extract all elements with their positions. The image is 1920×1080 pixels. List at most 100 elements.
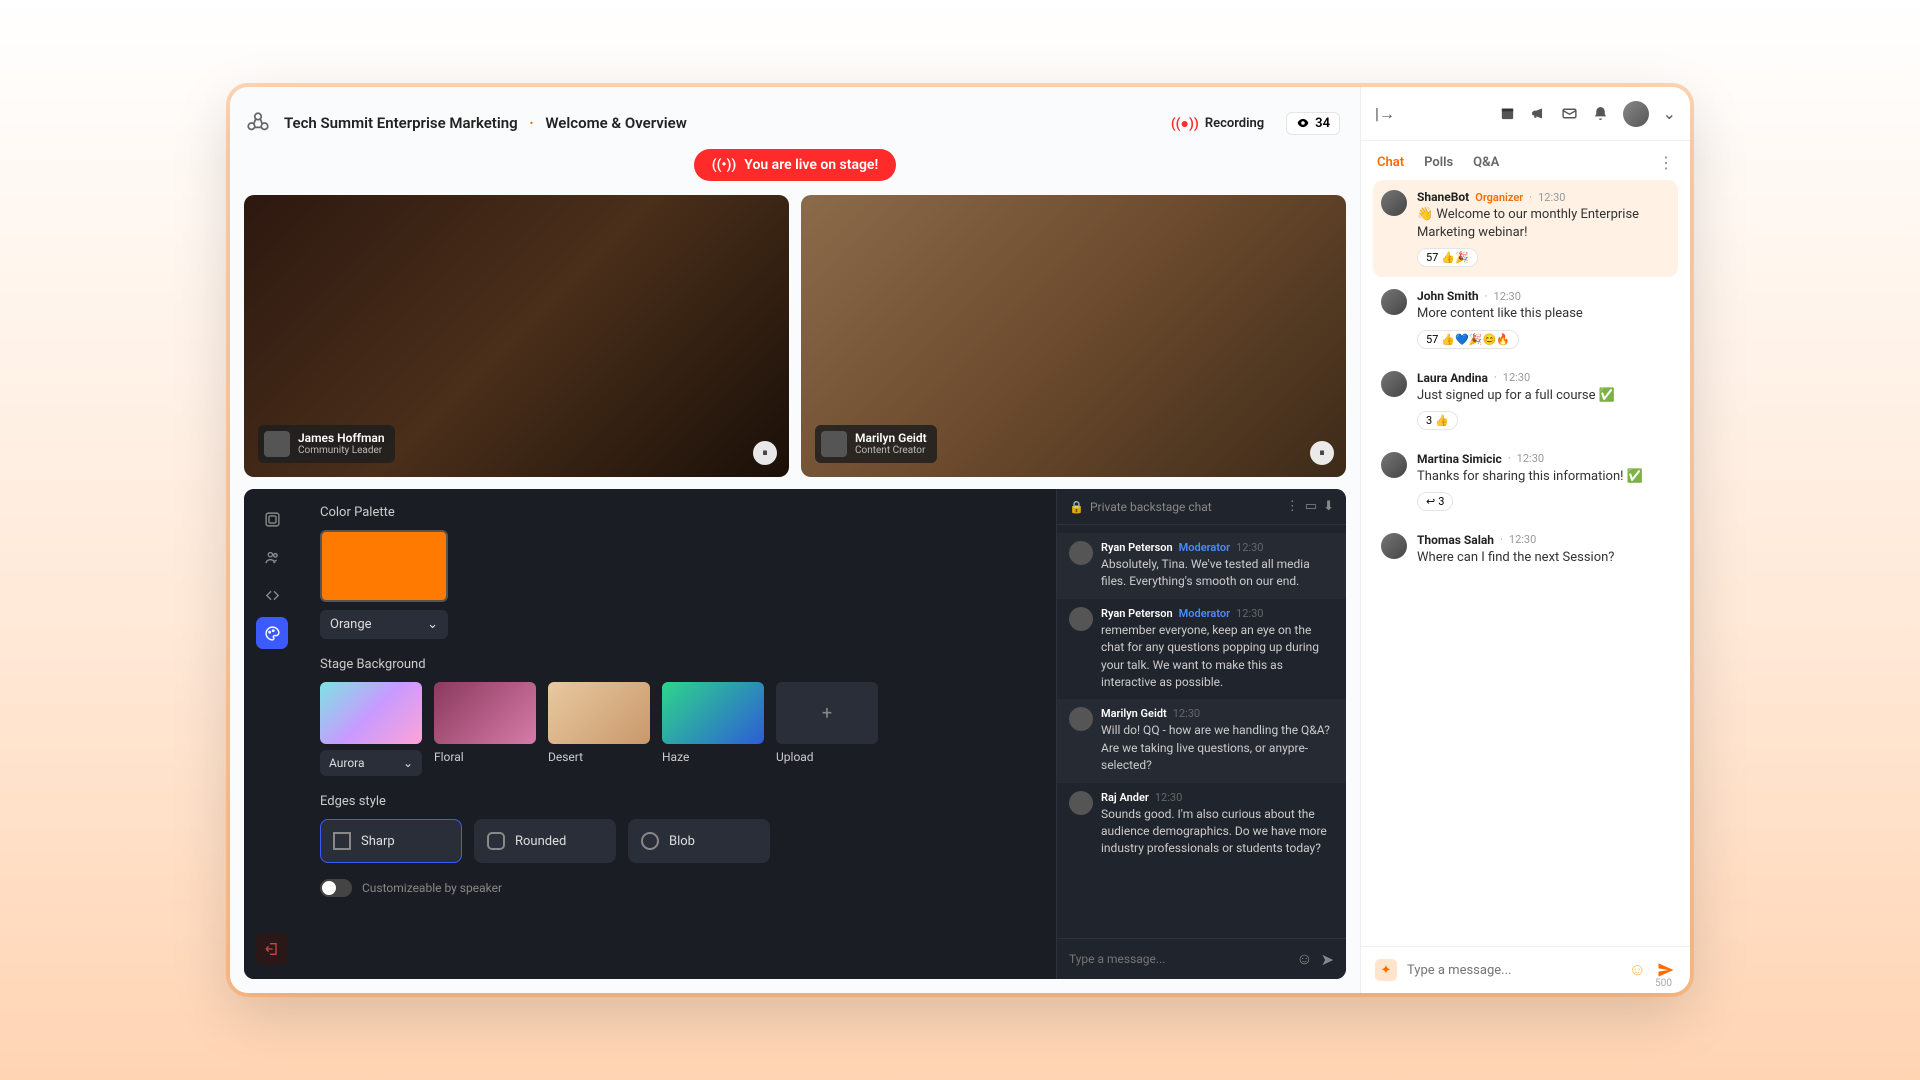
avatar xyxy=(1381,190,1407,216)
background-select[interactable]: Aurora⌄ xyxy=(320,750,422,776)
exit-icon[interactable] xyxy=(256,933,288,965)
background-option[interactable]: Desert xyxy=(548,682,650,776)
main-area: Tech Summit Enterprise Marketing • Welco… xyxy=(230,87,1360,993)
avatar xyxy=(1381,452,1407,478)
chevron-down-icon: ⌄ xyxy=(403,756,413,770)
background-option[interactable]: Haze xyxy=(662,682,764,776)
chat-tabs: Chat Polls Q&A ⋮ xyxy=(1361,141,1690,180)
megaphone-icon[interactable] xyxy=(1530,105,1547,122)
video-tile[interactable]: James Hoffman Community Leader ⏸ xyxy=(244,195,789,477)
upload-background-button[interactable]: + Upload xyxy=(776,682,878,776)
avatar xyxy=(1381,371,1407,397)
lock-icon: 🔒 xyxy=(1069,500,1084,514)
chevron-down-icon: ⌄ xyxy=(427,617,438,632)
video-tile[interactable]: Marilyn Geidt Content Creator ⏸ xyxy=(801,195,1346,477)
avatar xyxy=(1381,289,1407,315)
plus-icon: + xyxy=(776,682,878,744)
chat-message: John Smith· 12:30 More content like this… xyxy=(1373,279,1678,358)
calendar-icon[interactable] xyxy=(1499,105,1516,122)
stage-row: James Hoffman Community Leader ⏸ Marilyn… xyxy=(244,195,1346,477)
tab-polls[interactable]: Polls xyxy=(1424,155,1453,170)
avatar xyxy=(1069,541,1093,565)
topbar: Tech Summit Enterprise Marketing • Welco… xyxy=(244,105,1346,141)
right-panel-toolbar: |→ ⌄ xyxy=(1361,87,1690,141)
recording-badge: ((●)) Recording xyxy=(1171,115,1264,132)
background-thumb xyxy=(320,682,422,744)
backstage-messages[interactable]: Ryan PetersonModerator12:30 Absolutely, … xyxy=(1057,525,1346,938)
backstage-input[interactable] xyxy=(1069,952,1288,966)
layout-icon[interactable] xyxy=(256,503,288,535)
color-swatch[interactable] xyxy=(320,530,448,602)
toggle-row: Customizeable by speaker xyxy=(320,879,1036,897)
reaction-pill[interactable]: 3👍 xyxy=(1417,411,1458,430)
edge-option-sharp[interactable]: Sharp xyxy=(320,819,462,863)
backstage-chat: 🔒 Private backstage chat ⋮ ▭ ⬇ Ryan Pete… xyxy=(1056,489,1346,979)
edge-option-blob[interactable]: Blob xyxy=(628,819,770,863)
avatar xyxy=(1069,607,1093,631)
emoji-icon[interactable]: ☺ xyxy=(1296,949,1312,969)
broadcast-icon: ((•)) xyxy=(712,157,737,173)
palette-icon[interactable] xyxy=(256,617,288,649)
blob-icon xyxy=(641,832,659,850)
breadcrumb-session[interactable]: Welcome & Overview xyxy=(545,114,686,132)
emoji-icon[interactable]: ☺ xyxy=(1629,960,1646,980)
separator-dot: • xyxy=(530,117,534,130)
audio-indicator-icon[interactable]: ⏸ xyxy=(753,441,777,465)
section-label: Stage Background xyxy=(320,657,1036,672)
chat-input[interactable] xyxy=(1407,963,1619,978)
people-icon[interactable] xyxy=(256,541,288,573)
breadcrumb-event[interactable]: Tech Summit Enterprise Marketing xyxy=(284,114,518,132)
customizable-toggle[interactable] xyxy=(320,879,352,897)
color-select[interactable]: Orange ⌄ xyxy=(320,610,448,639)
backstage-message: Ryan PetersonModerator12:30 Absolutely, … xyxy=(1057,533,1346,599)
char-limit: 500 xyxy=(1655,978,1672,989)
reaction-pill[interactable]: 57👍🎉 xyxy=(1417,248,1478,267)
edge-option-rounded[interactable]: Rounded xyxy=(474,819,616,863)
control-content: Color Palette Orange ⌄ Stage Background … xyxy=(300,489,1056,979)
background-row: Aurora⌄ Floral Desert Haze xyxy=(320,682,1036,776)
bell-icon[interactable] xyxy=(1592,105,1609,122)
tab-qa[interactable]: Q&A xyxy=(1473,155,1499,170)
avatar xyxy=(1069,707,1093,731)
background-option[interactable]: Floral xyxy=(434,682,536,776)
popout-icon[interactable]: ▭ xyxy=(1305,499,1317,514)
backstage-message: Ryan PetersonModerator12:30 remember eve… xyxy=(1057,599,1346,700)
logo-icon xyxy=(244,109,272,137)
send-icon[interactable]: ➤ xyxy=(1321,950,1334,969)
live-on-stage-banner: ((•)) You are live on stage! xyxy=(694,149,896,181)
app-frame: Tech Summit Enterprise Marketing • Welco… xyxy=(230,87,1690,993)
chat-message: Laura Andina· 12:30 Just signed up for a… xyxy=(1373,361,1678,440)
chat-input-wrap: ✦ ☺ 500 xyxy=(1361,946,1690,993)
background-option[interactable]: Aurora⌄ xyxy=(320,682,422,776)
recording-icon: ((●)) xyxy=(1171,115,1199,132)
background-thumb xyxy=(434,682,536,744)
chevron-down-icon[interactable]: ⌄ xyxy=(1663,104,1676,123)
avatar xyxy=(1069,791,1093,815)
ai-assist-icon[interactable]: ✦ xyxy=(1375,959,1397,981)
speaker-nameplate: James Hoffman Community Leader xyxy=(258,425,395,463)
download-icon[interactable]: ⬇ xyxy=(1323,499,1334,514)
backstage-input-row: ☺ ➤ xyxy=(1057,938,1346,979)
settings-icon[interactable] xyxy=(256,579,288,611)
tab-chat[interactable]: Chat xyxy=(1377,155,1404,170)
avatar xyxy=(821,431,847,457)
control-sidebar xyxy=(244,489,300,979)
mail-icon[interactable] xyxy=(1561,105,1578,122)
send-icon[interactable] xyxy=(1656,960,1676,980)
avatar xyxy=(1381,533,1407,559)
section-label: Color Palette xyxy=(320,505,1036,520)
audio-indicator-icon[interactable]: ⏸ xyxy=(1310,441,1334,465)
reaction-pill[interactable]: 57👍💙🎉😊🔥 xyxy=(1417,330,1519,349)
more-icon[interactable]: ⋮ xyxy=(1286,499,1299,514)
viewer-count-badge[interactable]: 34 xyxy=(1286,112,1340,135)
section-label: Edges style xyxy=(320,794,1036,809)
chat-input-row: ✦ ☺ xyxy=(1361,946,1690,993)
user-avatar[interactable] xyxy=(1623,101,1649,127)
right-panel: |→ ⌄ Chat Polls Q&A ⋮ ShaneBotOrganizer·… xyxy=(1360,87,1690,993)
more-icon[interactable]: ⋮ xyxy=(1658,153,1674,172)
chat-list[interactable]: ShaneBotOrganizer· 12:30 👋 Welcome to ou… xyxy=(1361,180,1690,946)
collapse-icon[interactable]: |→ xyxy=(1375,104,1395,124)
backstage-message: Raj Ander12:30 Sounds good. I'm also cur… xyxy=(1057,783,1346,866)
rounded-icon xyxy=(487,832,505,850)
reaction-pill[interactable]: ↩3 xyxy=(1417,492,1453,511)
